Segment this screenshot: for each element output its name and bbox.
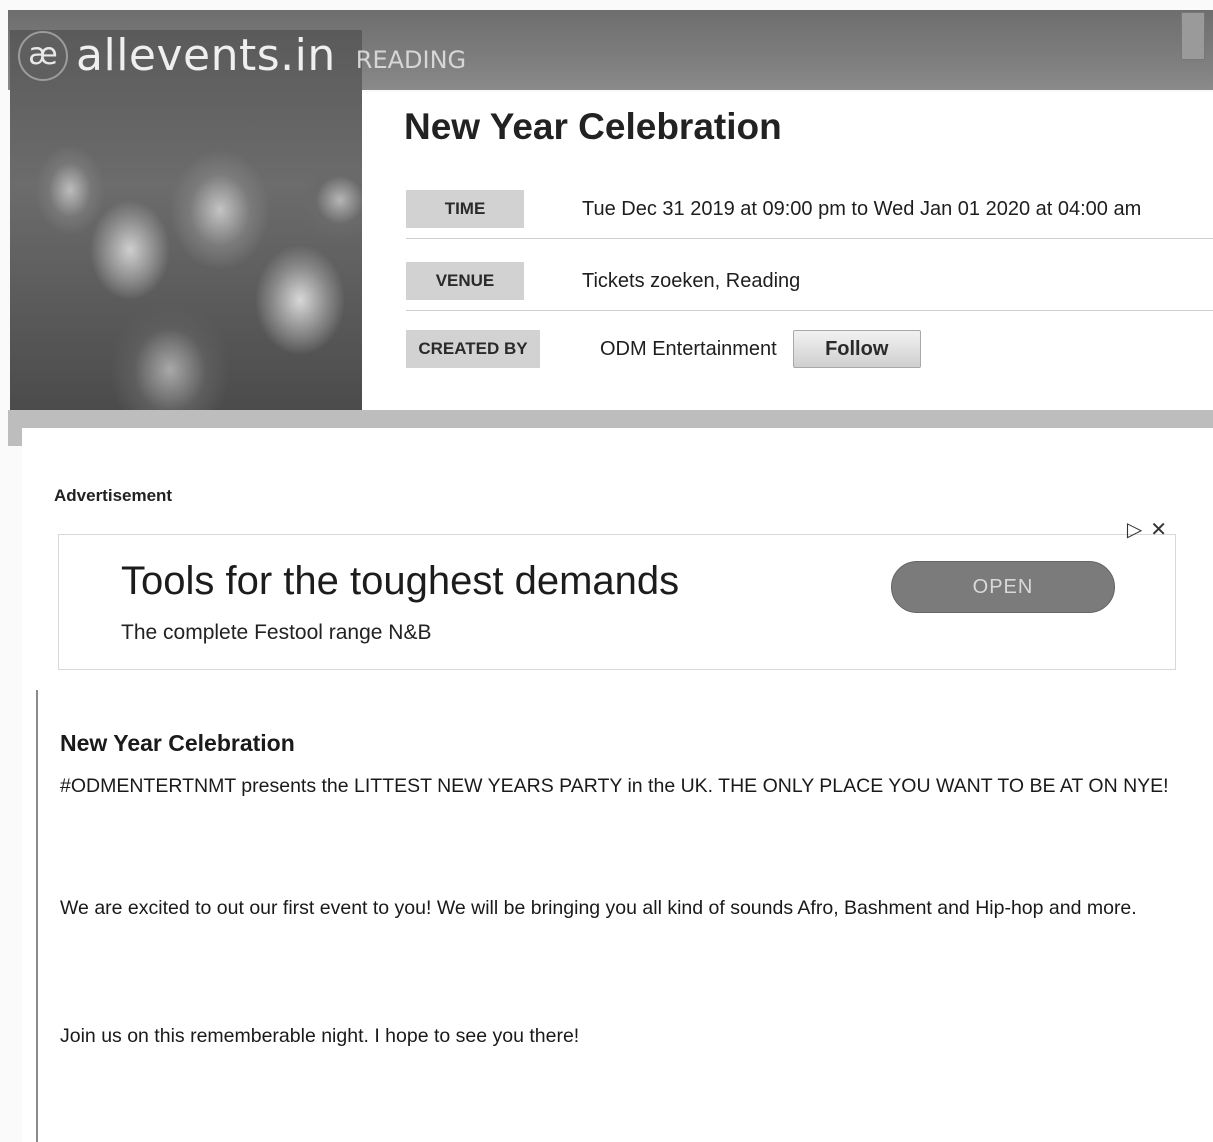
venue-row: VENUE Tickets zoeken, Reading: [406, 262, 800, 300]
close-icon[interactable]: ✕: [1150, 517, 1167, 542]
ad-subline[interactable]: The complete Festool range N&B: [121, 621, 432, 645]
time-label: TIME: [406, 190, 524, 228]
event-cover-photo: [10, 30, 362, 418]
city-label[interactable]: READING: [356, 46, 466, 74]
follow-button[interactable]: Follow: [792, 330, 921, 368]
row-divider: [406, 310, 1213, 311]
ad-choices-icon[interactable]: ▷: [1127, 517, 1142, 542]
created-by-row: CREATED BY ODM Entertainment Follow: [406, 330, 921, 368]
logo-icon: æ: [18, 30, 68, 81]
time-row: TIME Tue Dec 31 2019 at 09:00 pm to Wed …: [406, 190, 1141, 228]
advertisement-label: Advertisement: [54, 486, 173, 505]
event-page: æ allevents.in READING New Year Celebrat…: [0, 0, 1213, 1142]
venue-label: VENUE: [406, 262, 524, 300]
description-paragraph: Join us on this rememberable night. I ho…: [60, 1025, 580, 1047]
created-by-label: CREATED BY: [406, 330, 540, 368]
row-divider: [406, 238, 1213, 239]
ad-controls: ▷ ✕: [1127, 517, 1167, 542]
ad-open-button[interactable]: OPEN: [891, 561, 1115, 613]
venue-value[interactable]: Tickets zoeken, Reading: [582, 270, 800, 293]
main-content: Advertisement ▷ ✕ Tools for the toughest…: [22, 428, 1213, 1142]
scrollbar-thumb[interactable]: [1181, 12, 1205, 60]
organizer-name[interactable]: ODM Entertainment: [600, 338, 777, 361]
page-edge-line: [36, 690, 38, 1142]
site-logo[interactable]: æ allevents.in READING: [18, 30, 466, 81]
logo-text: allevents.in: [76, 30, 336, 81]
ad-headline[interactable]: Tools for the toughest demands: [121, 559, 679, 604]
description-paragraph: #ODMENTERTNMT presents the LITTEST NEW Y…: [60, 775, 1169, 797]
event-title: New Year Celebration: [404, 106, 782, 147]
time-value: Tue Dec 31 2019 at 09:00 pm to Wed Jan 0…: [582, 197, 1142, 220]
ad-banner[interactable]: ▷ ✕ Tools for the toughest demands The c…: [58, 519, 1176, 670]
description-title: New Year Celebration: [60, 730, 295, 756]
event-info-card: New Year Celebration TIME Tue Dec 31 201…: [362, 92, 1213, 410]
description-paragraph: We are excited to out our first event to…: [60, 897, 1137, 919]
